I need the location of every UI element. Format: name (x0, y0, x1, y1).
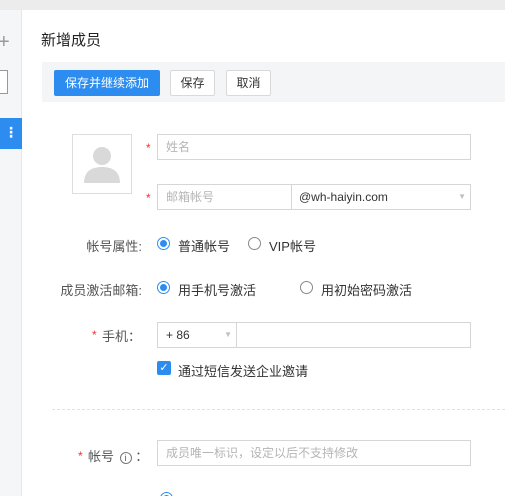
normal-account-label[interactable]: 普通帐号 (178, 236, 230, 255)
country-code-value: + 86 (166, 328, 190, 342)
radio-normal-account[interactable] (157, 237, 170, 250)
next-row-partial (160, 491, 200, 496)
required-mark: * (78, 449, 83, 463)
save-and-continue-button[interactable]: 保存并继续添加 (54, 70, 160, 96)
activate-by-password-label[interactable]: 用初始密码激活 (321, 280, 412, 299)
phone-label: 手机： (102, 329, 142, 344)
toolbar: 保存并继续添加 保存 取消 (42, 62, 505, 102)
chevron-down-icon: ▼ (458, 192, 466, 201)
phone-number-input[interactable] (236, 322, 471, 348)
account-id-label-suffix: ： (135, 449, 149, 464)
account-id-label-text: 帐号 (88, 449, 115, 464)
account-type-label: 帐号属性: (86, 239, 142, 254)
required-mark: * (92, 328, 97, 342)
plus-icon[interactable]: + (0, 32, 10, 52)
sms-invite-checkbox[interactable]: ✓ (157, 361, 171, 375)
account-id-input[interactable]: 成员唯一标识，设定以后不支持修改 (157, 440, 471, 466)
activate-by-phone-label[interactable]: 用手机号激活 (178, 280, 256, 299)
section-divider (52, 409, 505, 410)
activation-label: 成员激活邮箱: (60, 283, 142, 298)
more-menu-icon[interactable]: ⋮ (0, 118, 22, 149)
left-search-box[interactable] (0, 70, 8, 94)
account-id-label: 帐号 i ： (88, 446, 158, 465)
name-input[interactable]: 姓名 (157, 134, 471, 160)
radio-activate-by-password[interactable] (300, 281, 313, 294)
email-account-input[interactable]: 邮箱帐号 (157, 184, 292, 210)
page-title: 新增成员 (41, 32, 102, 49)
info-icon[interactable]: i (119, 452, 132, 464)
radio-activate-by-phone[interactable] (157, 281, 170, 294)
left-panel: + ⋮ (0, 10, 22, 496)
sms-invite-label[interactable]: 通过短信发送企业邀请 (178, 361, 308, 380)
required-mark: * (146, 191, 151, 205)
radio-vip-account[interactable] (248, 237, 261, 250)
email-domain-value: @wh-haiyin.com (299, 190, 388, 204)
radio-partial (160, 492, 173, 496)
country-code-select[interactable]: + 86 ▼ (157, 322, 237, 348)
avatar-placeholder-icon (84, 147, 120, 183)
save-button[interactable]: 保存 (170, 70, 215, 96)
top-strip (0, 0, 505, 10)
required-mark: * (146, 141, 151, 155)
email-domain-select[interactable]: @wh-haiyin.com ▼ (291, 184, 471, 210)
new-member-panel: 新增成员 保存并继续添加 保存 取消 * 姓名 * 邮箱帐号 @wh-haiyi… (22, 10, 505, 496)
avatar-upload[interactable] (72, 134, 132, 194)
chevron-down-icon: ▼ (224, 330, 232, 339)
cancel-button[interactable]: 取消 (226, 70, 271, 96)
vip-account-label[interactable]: VIP帐号 (269, 236, 316, 255)
